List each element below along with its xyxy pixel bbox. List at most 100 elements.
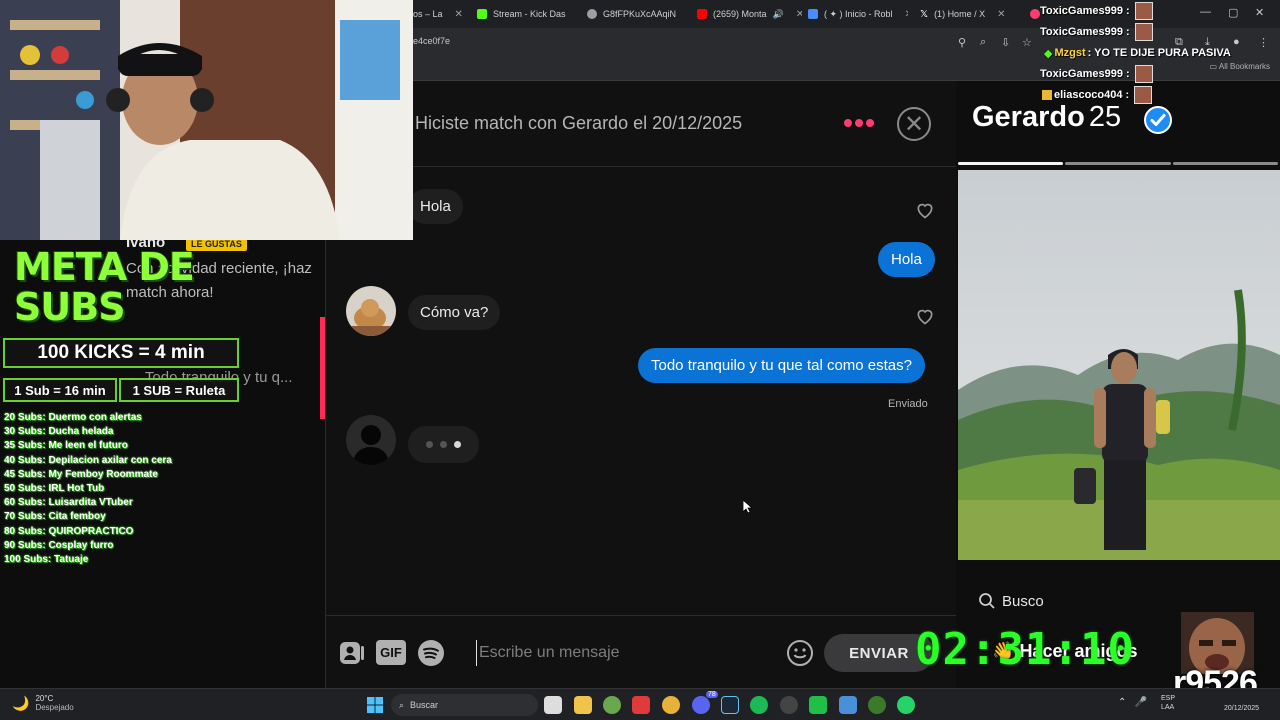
search-icon: ⌕ bbox=[399, 699, 405, 710]
weather-temp: 20°C bbox=[35, 694, 54, 703]
app-icon[interactable] bbox=[809, 696, 827, 714]
all-bookmarks-button[interactable]: ▭ All Bookmarks bbox=[1210, 62, 1270, 71]
streamer-webcam bbox=[0, 0, 413, 240]
stream-chat-line: ◆ Mzgst : YO TE DIJE PURA PASIVA bbox=[1044, 43, 1231, 63]
discord-icon[interactable] bbox=[692, 696, 710, 714]
more-options-icon[interactable] bbox=[844, 119, 874, 127]
zoom-icon[interactable]: ⌕ bbox=[980, 36, 986, 49]
chrome-icon[interactable] bbox=[662, 696, 680, 714]
meta-title: META DE SUBS bbox=[14, 245, 195, 329]
task-view-icon[interactable] bbox=[544, 696, 562, 714]
gif-button[interactable]: GIF bbox=[376, 640, 406, 665]
tray-icons[interactable]: ⌃ 🎤 bbox=[1118, 697, 1147, 708]
photo-progress bbox=[956, 162, 1280, 168]
stream-chat-line: ToxicGames999 : bbox=[1040, 22, 1153, 42]
incoming-message: Cómo va? bbox=[408, 295, 501, 330]
youtube-icon bbox=[697, 9, 707, 19]
typing-indicator bbox=[408, 426, 479, 463]
profile-icon[interactable]: ● bbox=[1233, 36, 1240, 48]
subscriber-badge-icon bbox=[1042, 90, 1052, 100]
sub-goal: 30 Subs: Ducha helada bbox=[4, 426, 114, 438]
steam-icon[interactable] bbox=[721, 696, 739, 714]
app-icon[interactable] bbox=[868, 696, 886, 714]
sub-goal: 90 Subs: Cosplay furro bbox=[4, 539, 114, 551]
menu-icon[interactable]: ⋮ bbox=[1258, 36, 1269, 49]
profile-age: 25 bbox=[1088, 101, 1122, 133]
emote-icon bbox=[1134, 23, 1153, 41]
sub-goal: 50 Subs: IRL Hot Tub bbox=[4, 483, 105, 495]
search-icon bbox=[979, 593, 995, 609]
match-avatar-silhouette bbox=[346, 415, 396, 465]
profile-first-name: Gerardo bbox=[972, 101, 1085, 133]
browser-tab[interactable]: os – La ✕ bbox=[413, 4, 468, 24]
outgoing-message: Hola bbox=[878, 242, 935, 277]
match-avatar[interactable] bbox=[346, 286, 396, 336]
install-icon[interactable]: ⇩ bbox=[1001, 36, 1010, 49]
location-icon[interactable]: ⚲ bbox=[958, 36, 966, 49]
bookmark-star-icon[interactable]: ☆ bbox=[1022, 36, 1032, 49]
looking-for-label: Busco bbox=[1002, 592, 1044, 610]
close-tab-icon[interactable]: ✕ bbox=[997, 9, 1005, 20]
heart-icon[interactable] bbox=[915, 200, 935, 220]
x-logo-icon: 𝕏 bbox=[920, 8, 929, 20]
chat-username: ToxicGames999 : bbox=[1040, 26, 1130, 38]
tab-label: (1) Home / X bbox=[934, 9, 986, 19]
sub-goals-list: 20 Subs: Duermo con alertas 30 Subs: Duc… bbox=[4, 411, 172, 567]
system-clock[interactable]: 20/12/2025 bbox=[1224, 694, 1259, 714]
tab-label: os – La bbox=[413, 9, 443, 19]
file-explorer-icon[interactable] bbox=[574, 696, 592, 714]
message-input[interactable] bbox=[476, 640, 776, 666]
tab-label: ( ✦ ) Inicio - Robl bbox=[824, 8, 893, 19]
whatsapp-icon[interactable] bbox=[897, 696, 915, 714]
tinder-flame-icon bbox=[1030, 9, 1040, 19]
message-composer: GIF ENVIAR bbox=[326, 615, 956, 688]
windows-start-icon[interactable] bbox=[367, 697, 383, 713]
photo-indicator[interactable] bbox=[1172, 162, 1278, 165]
close-tab-icon[interactable]: ✕ bbox=[905, 9, 908, 20]
photo-indicator[interactable] bbox=[958, 162, 1064, 165]
tab-label: Stream - Kick Das bbox=[493, 9, 566, 19]
chat-username: ToxicGames999 : bbox=[1040, 68, 1130, 80]
app-icon[interactable] bbox=[603, 696, 621, 714]
sticker-icon bbox=[340, 641, 364, 664]
sub-goal: 40 Subs: Depilacion axilar con cera bbox=[4, 454, 172, 466]
maximize-icon[interactable]: ▢ bbox=[1228, 6, 1238, 19]
incoming-message: Hola bbox=[408, 189, 463, 224]
url-text[interactable]: e4ce0f7e bbox=[413, 36, 450, 46]
close-tab-icon[interactable]: ✕ bbox=[796, 9, 802, 20]
close-chat-button[interactable]: ✕ bbox=[897, 107, 931, 141]
spotify-icon[interactable] bbox=[750, 696, 768, 714]
weather-widget[interactable]: 🌙 20°C Despejado bbox=[12, 694, 74, 712]
sub-goal: 45 Subs: My Femboy Roommate bbox=[4, 468, 158, 480]
leaf-badge-icon: ◆ bbox=[1044, 47, 1053, 60]
profile-photo[interactable] bbox=[958, 170, 1280, 560]
minimize-icon[interactable]: — bbox=[1200, 6, 1211, 18]
spotify-button[interactable] bbox=[416, 639, 446, 666]
sticker-button[interactable] bbox=[338, 640, 366, 665]
browser-tab[interactable]: ( ✦ ) Inicio - Robl ✕ bbox=[808, 4, 908, 24]
browser-tab[interactable]: Stream - Kick Das✕ bbox=[477, 4, 577, 24]
window-close-icon[interactable]: ✕ bbox=[1255, 6, 1264, 19]
obs-icon[interactable] bbox=[780, 696, 798, 714]
speaker-icon[interactable]: 🔊 bbox=[773, 9, 784, 20]
browser-tab[interactable]: (2659) Monta 🔊 ✕ bbox=[697, 4, 802, 24]
taskbar-search-label: Buscar bbox=[410, 700, 439, 710]
browser-tab[interactable]: 𝕏 (1) Home / X ✕ bbox=[920, 4, 1020, 24]
photo-indicator[interactable] bbox=[1065, 162, 1171, 165]
mouse-cursor-icon bbox=[743, 500, 753, 514]
emoji-icon[interactable] bbox=[786, 639, 814, 667]
heart-icon[interactable] bbox=[915, 306, 935, 326]
app-icon[interactable] bbox=[839, 696, 857, 714]
close-tab-icon[interactable]: ✕ bbox=[455, 9, 463, 20]
app-icon[interactable] bbox=[632, 696, 650, 714]
kicks-rule: 100 KICKS = 4 min bbox=[3, 338, 239, 368]
emote-icon bbox=[1134, 2, 1153, 20]
browser-tab[interactable]: G8fFPKuXcAAqiN✕ bbox=[587, 4, 687, 24]
tab-label: (2659) Monta bbox=[713, 9, 767, 19]
sub-goal: 20 Subs: Duermo con alertas bbox=[4, 412, 142, 423]
language-indicator[interactable]: ESP LAA bbox=[1161, 694, 1175, 712]
kick-icon bbox=[477, 9, 487, 19]
taskbar-search[interactable]: ⌕ Buscar bbox=[391, 694, 538, 716]
sub-rule: 1 Sub = 16 min bbox=[3, 378, 117, 402]
sub-roulette: 1 SUB = Ruleta bbox=[119, 378, 239, 402]
